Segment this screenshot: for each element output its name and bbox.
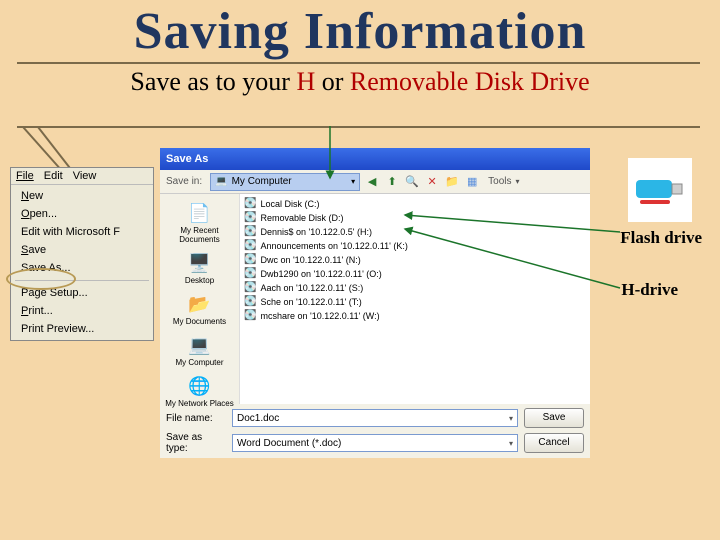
new-folder-icon[interactable]: 📁 <box>444 174 460 190</box>
filename-value: Doc1.doc <box>237 413 279 424</box>
chevron-down-icon: ▾ <box>509 439 513 448</box>
savein-dropdown[interactable]: 💻 My Computer ▾ <box>210 173 360 191</box>
netdrive-icon: 💽 <box>244 267 256 281</box>
place-label: My Computer <box>175 358 223 367</box>
views-icon[interactable]: ▦ <box>464 174 480 190</box>
file-name[interactable]: mcshare on '10.122.0.11' (W:) <box>260 309 379 323</box>
subtitle-or: or <box>315 67 350 96</box>
menu-item-new[interactable]: New <box>11 187 153 205</box>
computer-icon: 💻 <box>186 332 214 358</box>
savein-value: My Computer <box>232 176 292 187</box>
places-bar: 📄My Recent Documents 🖥️Desktop 📂My Docum… <box>160 194 240 404</box>
file-name[interactable]: Removable Disk (D:) <box>260 211 343 225</box>
menu-item-save[interactable]: Save <box>11 241 153 259</box>
highlight-oval <box>6 268 76 290</box>
search-icon[interactable]: 🔍 <box>404 174 420 190</box>
menu-item-print-preview[interactable]: Print Preview... <box>11 320 153 338</box>
saveastype-value: Word Document (*.doc) <box>237 438 341 449</box>
subtitle-text: to your <box>209 67 296 96</box>
file-menu-dropdown: File Edit View New Open... Edit with Mic… <box>10 167 154 341</box>
dialog-title: Save As <box>166 153 208 165</box>
flash-drive-label: Flash drive <box>620 228 702 248</box>
filename-label: File name: <box>166 413 226 424</box>
list-item: 💽 Local Disk (C:) <box>244 197 586 211</box>
menu-item-edit-with[interactable]: Edit with Microsoft F <box>11 223 153 241</box>
list-item: 💽 Dwb1290 on '10.122.0.11' (O:) <box>244 267 586 281</box>
place-label: My Recent Documents <box>160 226 239 244</box>
file-name[interactable]: Dwc on '10.122.0.11' (N:) <box>260 253 360 267</box>
drive-icon: 💽 <box>244 197 256 211</box>
menu-view[interactable]: View <box>73 170 97 182</box>
slide-title: Saving Information <box>0 0 720 61</box>
save-as-dialog: Save As Save in: 💻 My Computer ▾ ◀ ⬆ 🔍 ✕… <box>160 148 590 458</box>
menu-file[interactable]: File <box>16 170 34 182</box>
saveastype-field[interactable]: Word Document (*.doc) ▾ <box>232 434 518 452</box>
list-item: 💽 Dennis$ on '10.122.0.5' (H:) <box>244 225 586 239</box>
chevron-down-icon: ▾ <box>516 177 520 186</box>
subtitle-rdd: Removable Disk Drive <box>350 67 590 96</box>
drive-icon: 💽 <box>244 211 256 225</box>
flash-drive-image <box>628 158 692 222</box>
rule-bottom <box>17 126 700 128</box>
desktop-icon: 🖥️ <box>186 250 214 276</box>
place-computer[interactable]: 💻My Computer <box>160 330 239 369</box>
menubar: File Edit View <box>11 168 153 185</box>
menu-edit[interactable]: Edit <box>44 170 63 182</box>
netdrive-icon: 💽 <box>244 253 256 267</box>
list-item: 💽 Removable Disk (D:) <box>244 211 586 225</box>
place-recent[interactable]: 📄My Recent Documents <box>160 198 239 246</box>
netdrive-icon: 💽 <box>244 295 256 309</box>
dialog-bottom: File name: Doc1.doc▾ Save Save as type: … <box>160 404 590 458</box>
savein-label: Save in: <box>166 176 202 187</box>
file-name[interactable]: Local Disk (C:) <box>260 197 319 211</box>
menu-item-open[interactable]: Open... <box>11 205 153 223</box>
save-button[interactable]: Save <box>524 408 584 428</box>
delete-icon[interactable]: ✕ <box>424 174 440 190</box>
list-item: 💽 Sche on '10.122.0.11' (T:) <box>244 295 586 309</box>
file-name[interactable]: Dennis$ on '10.122.0.5' (H:) <box>260 225 372 239</box>
list-item: 💽 Announcements on '10.122.0.11' (K:) <box>244 239 586 253</box>
subtitle-saveas: Save as <box>130 67 209 96</box>
cancel-button[interactable]: Cancel <box>524 433 584 453</box>
file-name[interactable]: Dwb1290 on '10.122.0.11' (O:) <box>260 267 381 281</box>
place-network[interactable]: 🌐My Network Places <box>160 371 239 410</box>
list-item: 💽 Aach on '10.122.0.11' (S:) <box>244 281 586 295</box>
place-label: Desktop <box>185 276 214 285</box>
dialog-toolbar: Save in: 💻 My Computer ▾ ◀ ⬆ 🔍 ✕ 📁 ▦ Too… <box>160 170 590 194</box>
up-icon[interactable]: ⬆ <box>384 174 400 190</box>
list-item: 💽 Dwc on '10.122.0.11' (N:) <box>244 253 586 267</box>
h-drive-label: H-drive <box>621 280 678 300</box>
netdrive-icon: 💽 <box>244 225 256 239</box>
netdrive-icon: 💽 <box>244 239 256 253</box>
subtitle-h: H <box>296 67 315 96</box>
subtitle: Save as to your H or Removable Disk Driv… <box>0 67 720 97</box>
place-documents[interactable]: 📂My Documents <box>160 289 239 328</box>
chevron-down-icon: ▾ <box>351 177 355 186</box>
netdrive-icon: 💽 <box>244 281 256 295</box>
tools-dropdown[interactable]: Tools <box>488 176 511 187</box>
place-label: My Network Places <box>165 399 233 408</box>
netdrive-icon: 💽 <box>244 309 256 323</box>
recent-icon: 📄 <box>186 200 214 226</box>
file-name[interactable]: Sche on '10.122.0.11' (T:) <box>260 295 361 309</box>
filename-field[interactable]: Doc1.doc ▾ <box>232 409 518 427</box>
menu-item-print[interactable]: Print... <box>11 302 153 320</box>
list-item: 💽 mcshare on '10.122.0.11' (W:) <box>244 309 586 323</box>
file-list[interactable]: 💽 Local Disk (C:) 💽 Removable Disk (D:) 💽 D… <box>240 194 590 404</box>
documents-icon: 📂 <box>186 291 214 317</box>
rule-top <box>17 62 700 64</box>
place-label: My Documents <box>173 317 226 326</box>
back-icon[interactable]: ◀ <box>364 174 380 190</box>
network-icon: 🌐 <box>186 373 214 399</box>
saveastype-label: Save as type: <box>166 432 226 454</box>
chevron-down-icon: ▾ <box>509 414 513 423</box>
place-desktop[interactable]: 🖥️Desktop <box>160 248 239 287</box>
computer-icon: 💻 <box>215 176 227 187</box>
file-name[interactable]: Announcements on '10.122.0.11' (K:) <box>260 239 407 253</box>
dialog-titlebar: Save As <box>160 148 590 170</box>
file-name[interactable]: Aach on '10.122.0.11' (S:) <box>260 281 363 295</box>
